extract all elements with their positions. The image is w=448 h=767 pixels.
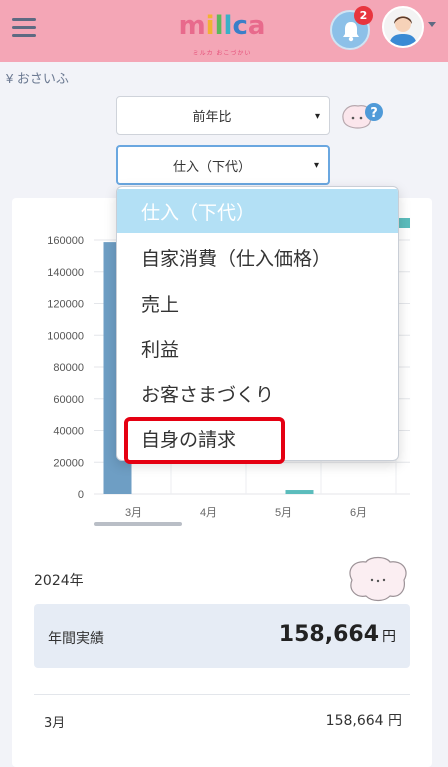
dropdown-option-jika-shohi[interactable]: 自家消費（仕入価格） xyxy=(117,235,398,279)
y-tick-label: 40000 xyxy=(53,426,84,438)
annual-total-value: 158,664 円 xyxy=(279,622,396,647)
app-logo[interactable]: millca ミルカ おこづかい xyxy=(172,8,272,57)
dropdown-option-okyakusama[interactable]: お客さまづくり xyxy=(117,371,398,415)
divider xyxy=(34,694,410,695)
year-label: 2024年 xyxy=(34,573,84,589)
comparison-select-value: 前年比 xyxy=(192,110,232,125)
chevron-down-icon[interactable] xyxy=(428,22,436,27)
x-tick-label: 4月 xyxy=(200,507,217,519)
person-icon xyxy=(384,8,422,46)
dropdown-option-uriage[interactable]: 売上 xyxy=(117,281,398,325)
annual-total-amount: 158,664 xyxy=(278,622,379,647)
x-tick-label: 3月 xyxy=(125,507,142,519)
y-tick-label: 140000 xyxy=(47,267,84,279)
category-select-value: 仕入（下代） xyxy=(172,159,251,175)
help-mascot-icon[interactable]: ? xyxy=(338,98,386,136)
x-tick-label: 5月 xyxy=(275,507,292,519)
notification-badge: 2 xyxy=(354,6,373,25)
logo-text-graphic: millca xyxy=(179,11,266,41)
top-bar: millca ミルカ おこづかい 2 xyxy=(0,0,448,62)
category-select[interactable]: 仕入（下代） ▾ xyxy=(116,145,330,185)
chevron-down-icon: ▾ xyxy=(313,160,319,171)
x-tick-label: 6月 xyxy=(350,507,367,519)
y-tick-label: 120000 xyxy=(47,299,84,311)
y-tick-label: 60000 xyxy=(53,394,84,406)
section-label: ¥ おさいふ xyxy=(6,71,69,86)
month-label: 3月 xyxy=(44,716,66,731)
highlight-annotation xyxy=(124,417,285,464)
y-tick-label: 100000 xyxy=(47,330,84,342)
y-tick-label: 80000 xyxy=(53,362,84,374)
bar xyxy=(285,490,314,494)
y-tick-label: 160000 xyxy=(47,235,84,247)
comparison-select[interactable]: 前年比 ▾ xyxy=(116,96,330,135)
annual-total-label: 年間実績 xyxy=(48,631,104,647)
y-tick-label: 0 xyxy=(78,489,84,501)
menu-icon[interactable] xyxy=(12,18,36,38)
y-tick-label: 20000 xyxy=(53,457,84,469)
svg-text:?: ? xyxy=(370,106,378,121)
logo-wordmark: millca xyxy=(172,8,272,48)
mascot-icon xyxy=(344,554,412,604)
dropdown-option-rieki[interactable]: 利益 xyxy=(117,326,398,370)
chart-scrollbar[interactable] xyxy=(94,522,182,526)
annual-total-panel: 年間実績 158,664 円 xyxy=(34,604,410,668)
dropdown-option-shiire[interactable]: 仕入（下代） xyxy=(117,189,398,233)
logo-tagline: ミルカ おこづかい xyxy=(192,50,252,57)
month-value: 158,664 円 xyxy=(325,713,402,729)
svg-text:millca: millca xyxy=(179,11,266,40)
currency-unit: 円 xyxy=(382,629,396,645)
chevron-down-icon: ▾ xyxy=(314,110,320,122)
user-avatar[interactable] xyxy=(382,6,424,48)
